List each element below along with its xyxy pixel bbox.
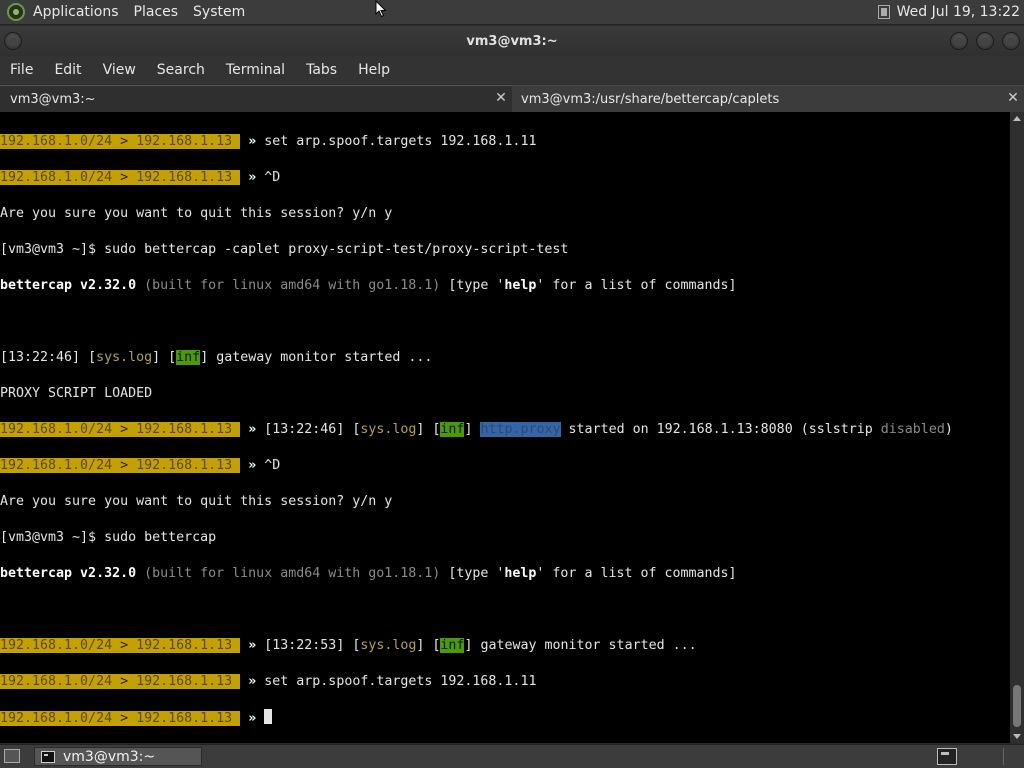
menu-terminal[interactable]: Terminal <box>226 62 285 78</box>
places-menu[interactable]: Places <box>134 4 179 20</box>
scroll-up-icon[interactable] <box>1013 116 1021 121</box>
tab-label: vm3@vm3:/usr/share/bettercap/caplets <box>521 91 780 107</box>
trash-icon[interactable] <box>1003 748 1017 765</box>
tab-bar: vm3@vm3:~ ✕ vm3@vm3:/usr/share/bettercap… <box>0 85 1024 112</box>
tab-caplets[interactable]: vm3@vm3:/usr/share/bettercap/caplets ✕ <box>512 85 1024 112</box>
close-button[interactable] <box>1002 32 1020 50</box>
applications-menu[interactable]: Applications <box>33 4 119 20</box>
terminal-icon <box>41 750 55 763</box>
terminal-line: bettercap v2.32.0 (built for linux amd64… <box>0 566 737 581</box>
clock[interactable]: Wed Jul 19, 13:22 <box>897 4 1020 20</box>
terminal-line: Are you sure you want to quit this sessi… <box>0 494 393 509</box>
taskbar-window-button[interactable]: vm3@vm3:~ <box>34 747 202 766</box>
selected-text: http.proxy <box>480 422 561 437</box>
window-menu-icon[interactable] <box>4 32 22 50</box>
scrollbar-thumb[interactable] <box>1013 685 1021 727</box>
menubar: File Edit View Search Terminal Tabs Help <box>0 56 1024 84</box>
terminal-line: 192.168.1.0/24 > 192.168.1.13 » [13:22:5… <box>0 638 697 653</box>
workspace-icon[interactable] <box>877 5 890 19</box>
prompt-badge: 192.168.1.0/24 > 192.168.1.13 <box>0 674 241 689</box>
panel-right: Wed Jul 19, 13:22 <box>877 4 1020 20</box>
menu-file[interactable]: File <box>10 62 33 78</box>
prompt-badge: 192.168.1.0/24 > 192.168.1.13 <box>0 638 241 653</box>
prompt-badge: 192.168.1.0/24 > 192.168.1.13 <box>0 134 241 149</box>
window-title: vm3@vm3:~ <box>466 33 558 49</box>
minimize-button[interactable] <box>950 32 968 50</box>
close-icon[interactable]: ✕ <box>1006 91 1020 105</box>
menu-tabs[interactable]: Tabs <box>306 62 337 78</box>
terminal-output[interactable]: 192.168.1.0/24 > 192.168.1.13 » set arp.… <box>0 112 1010 743</box>
tray-terminal-icon[interactable] <box>937 748 957 765</box>
menu-view[interactable]: View <box>103 62 136 78</box>
terminal-line: 192.168.1.0/24 > 192.168.1.13 » set arp.… <box>0 134 537 149</box>
tab-home[interactable]: vm3@vm3:~ ✕ <box>0 85 512 112</box>
terminal-scrollbar[interactable] <box>1010 112 1024 743</box>
terminal-line: 192.168.1.0/24 > 192.168.1.13 » set arp.… <box>0 674 537 689</box>
prompt-badge: 192.168.1.0/24 > 192.168.1.13 <box>0 170 241 185</box>
show-desktop-icon[interactable] <box>4 749 20 763</box>
menu-search[interactable]: Search <box>157 62 205 78</box>
prompt-badge: 192.168.1.0/24 > 192.168.1.13 <box>0 422 241 437</box>
system-menu[interactable]: System <box>193 4 245 20</box>
tab-label: vm3@vm3:~ <box>10 91 96 107</box>
terminal-line: 192.168.1.0/24 > 192.168.1.13 » ^D <box>0 170 281 185</box>
distro-logo-icon[interactable] <box>7 3 25 21</box>
taskbar-window-label: vm3@vm3:~ <box>63 748 156 765</box>
terminal-line: 192.168.1.0/24 > 192.168.1.13 » [13:22:4… <box>0 422 953 437</box>
terminal-line: [vm3@vm3 ~]$ sudo bettercap -caplet prox… <box>0 242 569 257</box>
scroll-down-icon[interactable] <box>1013 734 1021 739</box>
terminal-line: 192.168.1.0/24 > 192.168.1.13 » <box>0 709 1010 727</box>
window-titlebar[interactable]: vm3@vm3:~ <box>0 26 1024 56</box>
menu-help[interactable]: Help <box>358 62 390 78</box>
top-panel: Applications Places System Wed Jul 19, 1… <box>0 0 1024 25</box>
prompt-badge: 192.168.1.0/24 > 192.168.1.13 <box>0 711 241 726</box>
terminal-line: Are you sure you want to quit this sessi… <box>0 206 393 221</box>
terminal-line: [13:22:46] [sys.log] [inf] gateway monit… <box>0 350 433 365</box>
terminal-line: bettercap v2.32.0 (built for linux amd64… <box>0 278 737 293</box>
terminal-line: PROXY SCRIPT LOADED <box>0 386 153 401</box>
text-cursor <box>264 709 273 724</box>
menu-edit[interactable]: Edit <box>54 62 81 78</box>
prompt-badge: 192.168.1.0/24 > 192.168.1.13 <box>0 458 241 473</box>
bottom-panel: vm3@vm3:~ <box>0 744 1024 768</box>
terminal-line: [vm3@vm3 ~]$ sudo bettercap <box>0 530 217 545</box>
maximize-button[interactable] <box>976 32 994 50</box>
close-icon[interactable]: ✕ <box>494 91 508 105</box>
terminal-line: 192.168.1.0/24 > 192.168.1.13 » ^D <box>0 458 281 473</box>
